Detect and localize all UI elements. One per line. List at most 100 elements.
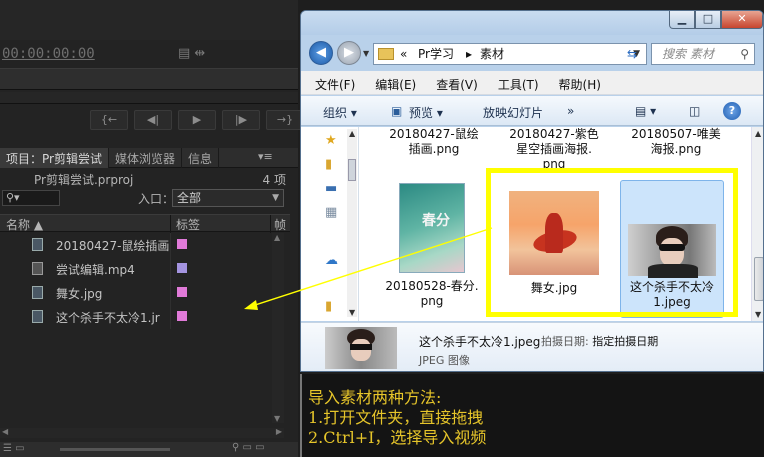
library-icon[interactable]: ▮ [325,299,332,314]
scroll-down-icon[interactable]: ▼ [755,310,761,319]
back-button[interactable]: ◀ [309,41,333,65]
monitor-ruler[interactable] [0,68,298,90]
panel-action-icons[interactable]: ⚲ ▭ ▭ [232,442,265,453]
favorites-star-icon[interactable]: ★ [325,133,337,148]
thumbnail-figure [350,344,372,350]
step-forward-button[interactable]: |▶ [222,110,260,130]
file-thumbnail[interactable]: 春分 [399,183,465,273]
slideshow-button[interactable]: 放映幻灯片 [483,104,543,121]
scroll-left-icon[interactable]: ◀ [2,427,8,436]
refresh-icon[interactable]: ⇆ [621,44,643,64]
column-divider[interactable] [270,215,271,233]
project-info-row: Pr剪辑尝试.prproj 4 项 [0,170,290,188]
timecode-display[interactable]: 00:00:00:00 [2,46,95,62]
scroll-up-icon[interactable]: ▲ [755,129,761,138]
details-meta-label: 拍摄日期: [541,335,589,348]
scroll-up-icon[interactable]: ▲ [349,129,355,138]
highlight-box [486,168,738,317]
preview-pane-icon[interactable]: ◫ [689,104,700,118]
image-file-icon [32,286,43,299]
folder-icon[interactable]: ▮ [325,157,332,172]
search-input[interactable]: 搜索 素材 ⚲ [651,43,755,65]
file-name[interactable]: 20180427-鼠绘 插画.png [379,127,489,157]
label-color-swatch[interactable] [176,262,188,274]
title-bar[interactable]: ▁ □ ✕ [301,11,763,35]
recent-pages-icon[interactable]: ▼ [363,49,369,58]
label-color-swatch[interactable] [176,286,188,298]
play-button[interactable]: ▶ [178,110,216,130]
scroll-down-icon[interactable]: ▼ [274,414,280,423]
breadcrumb-item[interactable]: Pr学习 [418,44,454,64]
go-to-in-button[interactable]: {← [90,110,128,130]
forward-button[interactable]: ▶ [337,41,361,65]
file-name[interactable]: 20180427-紫色 星空插画海报. png [499,127,609,172]
panel-menu-icon[interactable]: ▾≡ [258,150,273,163]
organize-button[interactable]: 组织 ▾ [323,104,357,121]
minimize-button[interactable]: ▁ [669,11,695,29]
label-color-swatch[interactable] [176,238,188,250]
monitor-settings-icons[interactable]: ▤ ⇹ [178,46,205,61]
label-color-swatch[interactable] [176,310,188,322]
menu-help[interactable]: 帮助(H) [545,71,607,94]
in-select[interactable]: 全部 ▼ [172,189,284,207]
desktop-icon[interactable]: ▬ [325,181,337,196]
menu-file[interactable]: 文件(F) [301,71,361,94]
breadcrumb-item[interactable]: 素材 [480,44,504,64]
change-view-icon[interactable]: ▤ ▾ [635,104,656,118]
tab-info[interactable]: 信息 [182,148,219,168]
thumbnail-figure [351,339,371,361]
list-item[interactable]: 舞女.jpg [0,281,272,305]
column-name[interactable]: 名称 ▲ [6,216,43,233]
menu-edit[interactable]: 编辑(E) [361,71,422,94]
scroll-right-icon[interactable]: ▶ [276,427,282,436]
in-label: 入口： [138,192,175,206]
panel-tabs: 项目：Pr剪辑尝试 媒体浏览器 信息 [0,148,298,168]
row-divider [170,281,171,305]
help-icon[interactable]: ? [723,102,741,120]
search-icon[interactable]: ⚲▾ [2,190,60,206]
breadcrumb-separator[interactable]: ▸ [466,44,472,64]
maximize-button[interactable]: □ [695,11,721,29]
tab-media-browser[interactable]: 媒体浏览器 [109,148,182,168]
screen: 00:00:00:00 ▤ ⇹ {← ◀| ▶ |▶ →} 项目：Pr剪辑尝试 … [0,0,764,457]
address-bar[interactable]: « Pr学习 ▸ 素材 ▼ [373,43,647,65]
row-divider [170,233,171,257]
zoom-slider[interactable] [60,448,170,451]
step-back-button[interactable]: ◀| [134,110,172,130]
column-divider[interactable] [170,215,171,233]
row-divider [170,305,171,329]
list-view-icon[interactable]: ☰ ▭ [3,443,25,454]
file-name[interactable]: 20180507-唯美 海报.png [621,127,731,157]
close-button[interactable]: ✕ [721,11,763,29]
file-view-scrollbar[interactable]: ▲ ▼ [751,127,763,321]
scroll-down-icon[interactable]: ▼ [349,308,355,317]
scroll-up-icon[interactable]: ▲ [274,233,280,242]
menu-bar: 文件(F) 编辑(E) 查看(V) 工具(T) 帮助(H) [301,71,763,95]
monitor-zoom-bar[interactable] [0,92,298,104]
recent-icon[interactable]: ▦ [325,205,337,220]
details-meta-value[interactable]: 指定拍摄日期 [592,335,658,348]
more-commands-button[interactable]: » [567,104,574,118]
go-to-out-button[interactable]: →} [266,110,304,130]
scroll-thumb[interactable] [348,159,356,181]
file-name[interactable]: 20180528-春分. png [377,279,487,309]
nav-scrollbar[interactable]: ▲ ▼ [347,129,357,317]
details-filetype: JPEG 图像 [419,354,470,367]
tab-project[interactable]: 项目：Pr剪辑尝试 [0,148,109,168]
list-horizontal-scrollbar[interactable]: ◀ ▶ [0,427,284,438]
menu-tools[interactable]: 工具(T) [484,71,545,94]
project-file-name: Pr剪辑尝试.prproj [34,173,134,187]
list-item[interactable]: 这个杀手不太冷1.jr [0,305,272,329]
column-frame[interactable]: 帧 [274,216,286,233]
breadcrumb-overflow[interactable]: « [400,44,407,64]
cloud-icon[interactable]: ☁ [325,253,338,268]
list-item[interactable]: 尝试编辑.mp4 [0,257,272,281]
menu-view[interactable]: 查看(V) [422,71,484,94]
list-vertical-scrollbar[interactable]: ▲ ▼ [272,233,284,423]
column-label[interactable]: 标签 [176,216,200,233]
item-count: 4 项 [262,173,286,187]
scroll-thumb[interactable] [754,257,763,301]
list-item[interactable]: 20180427-鼠绘插画 [0,233,272,257]
row-divider [170,257,171,281]
preview-button[interactable]: 预览 ▾ [409,104,443,121]
